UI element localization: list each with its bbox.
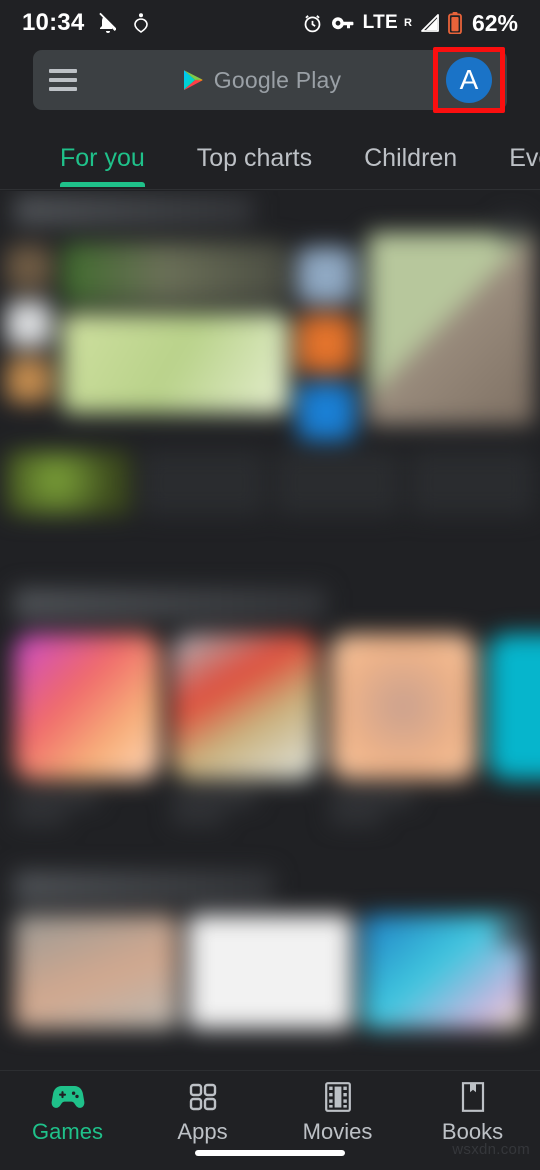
- tab-label: Top charts: [196, 144, 313, 172]
- vpn-key-icon: [331, 16, 355, 31]
- section-more-button[interactable]: [498, 918, 526, 946]
- app-card-row[interactable]: [0, 633, 540, 824]
- bottom-navigation[interactable]: Games Apps Movies Books wsxdn.com: [0, 1070, 540, 1170]
- status-clock: 10:34: [22, 9, 85, 36]
- google-play-logo: [183, 69, 203, 91]
- hamburger-menu-icon[interactable]: [33, 69, 93, 91]
- nav-item-books[interactable]: Books: [405, 1081, 540, 1145]
- app-title-placeholder: [172, 791, 256, 805]
- featured-left-icons: [5, 232, 54, 440]
- featured-center-icons: [297, 232, 359, 441]
- nav-item-games[interactable]: Games: [0, 1081, 135, 1145]
- app-thumbnail: [14, 633, 160, 780]
- app-rating-placeholder: [172, 812, 225, 824]
- app-title-placeholder: [14, 791, 98, 805]
- feed-section-featured[interactable]: [0, 194, 540, 534]
- list-item[interactable]: [14, 633, 160, 824]
- watermark-text: wsxdn.com: [452, 1141, 530, 1158]
- tab-label: Even: [509, 144, 540, 172]
- nav-item-label: Apps: [177, 1119, 228, 1144]
- tab-active-underline: [60, 182, 145, 187]
- featured-banner[interactable]: [62, 232, 289, 440]
- section-more-button[interactable]: [498, 215, 526, 243]
- feed-section-trending[interactable]: [0, 870, 540, 1030]
- book-bookmark-icon: [460, 1081, 486, 1113]
- battery-percentage: 62%: [471, 9, 518, 36]
- body-sensor-icon: [132, 12, 150, 34]
- gamepad-icon: [51, 1081, 85, 1113]
- app-thumbnail: [330, 633, 476, 780]
- tab-events[interactable]: Even: [509, 134, 540, 173]
- section-heading-placeholder: [14, 588, 327, 620]
- status-bar: 10:34 LTE R 62%: [0, 0, 540, 46]
- nav-item-movies[interactable]: Movies: [270, 1081, 405, 1145]
- tab-label: For you: [60, 144, 145, 172]
- app-rating-placeholder: [330, 812, 383, 824]
- search-input[interactable]: Google Play: [93, 67, 431, 94]
- list-item[interactable]: [330, 633, 476, 824]
- battery-low-icon: [448, 12, 462, 34]
- feed-section-suggested[interactable]: [0, 588, 540, 824]
- alarm-clock-icon: [302, 13, 323, 34]
- tab-children[interactable]: Children: [364, 134, 457, 173]
- list-item[interactable]: [188, 914, 352, 1030]
- account-avatar-container[interactable]: A: [431, 47, 507, 113]
- roaming-indicator: R: [404, 17, 412, 29]
- nav-item-label: Games: [32, 1119, 103, 1144]
- app-title-placeholder: [330, 791, 414, 805]
- avatar[interactable]: A: [446, 57, 492, 103]
- tab-label: Children: [364, 144, 458, 172]
- section-heading-placeholder: [14, 194, 254, 227]
- blurred-feed-layer: [0, 194, 540, 1030]
- status-bar-right: LTE R 62%: [302, 10, 518, 37]
- wide-card-row[interactable]: [0, 914, 540, 1030]
- app-thumbnail: [172, 633, 318, 780]
- section-heading-placeholder: [14, 870, 275, 903]
- status-bar-left: 10:34: [22, 9, 150, 37]
- film-strip-icon: [324, 1081, 351, 1113]
- signal-bars-icon: [420, 13, 440, 33]
- category-tabs[interactable]: For you Top charts Children Even: [0, 128, 540, 190]
- tab-top-charts[interactable]: Top charts: [197, 134, 312, 173]
- nav-item-apps[interactable]: Apps: [135, 1081, 270, 1145]
- content-feed[interactable]: [0, 191, 540, 1070]
- featured-right-art: [367, 232, 535, 425]
- app-thumbnail: [488, 633, 540, 780]
- tab-for-you[interactable]: For you: [60, 134, 145, 187]
- phone-screen: 10:34 LTE R 62% Google Play A For you To…: [0, 0, 540, 1170]
- home-indicator[interactable]: [195, 1150, 345, 1156]
- list-item[interactable]: [172, 633, 318, 824]
- list-item[interactable]: [14, 914, 178, 1030]
- search-bar[interactable]: Google Play A: [33, 47, 507, 113]
- list-item[interactable]: [488, 633, 540, 823]
- search-placeholder-text: Google Play: [213, 66, 342, 93]
- network-type-label: LTE: [362, 12, 398, 33]
- notifications-off-icon: [96, 11, 120, 35]
- featured-icon-row[interactable]: [0, 440, 540, 534]
- featured-card-row[interactable]: [0, 232, 540, 441]
- apps-grid-icon: [189, 1081, 217, 1113]
- nav-item-label: Movies: [302, 1119, 373, 1144]
- app-rating-placeholder: [14, 812, 67, 824]
